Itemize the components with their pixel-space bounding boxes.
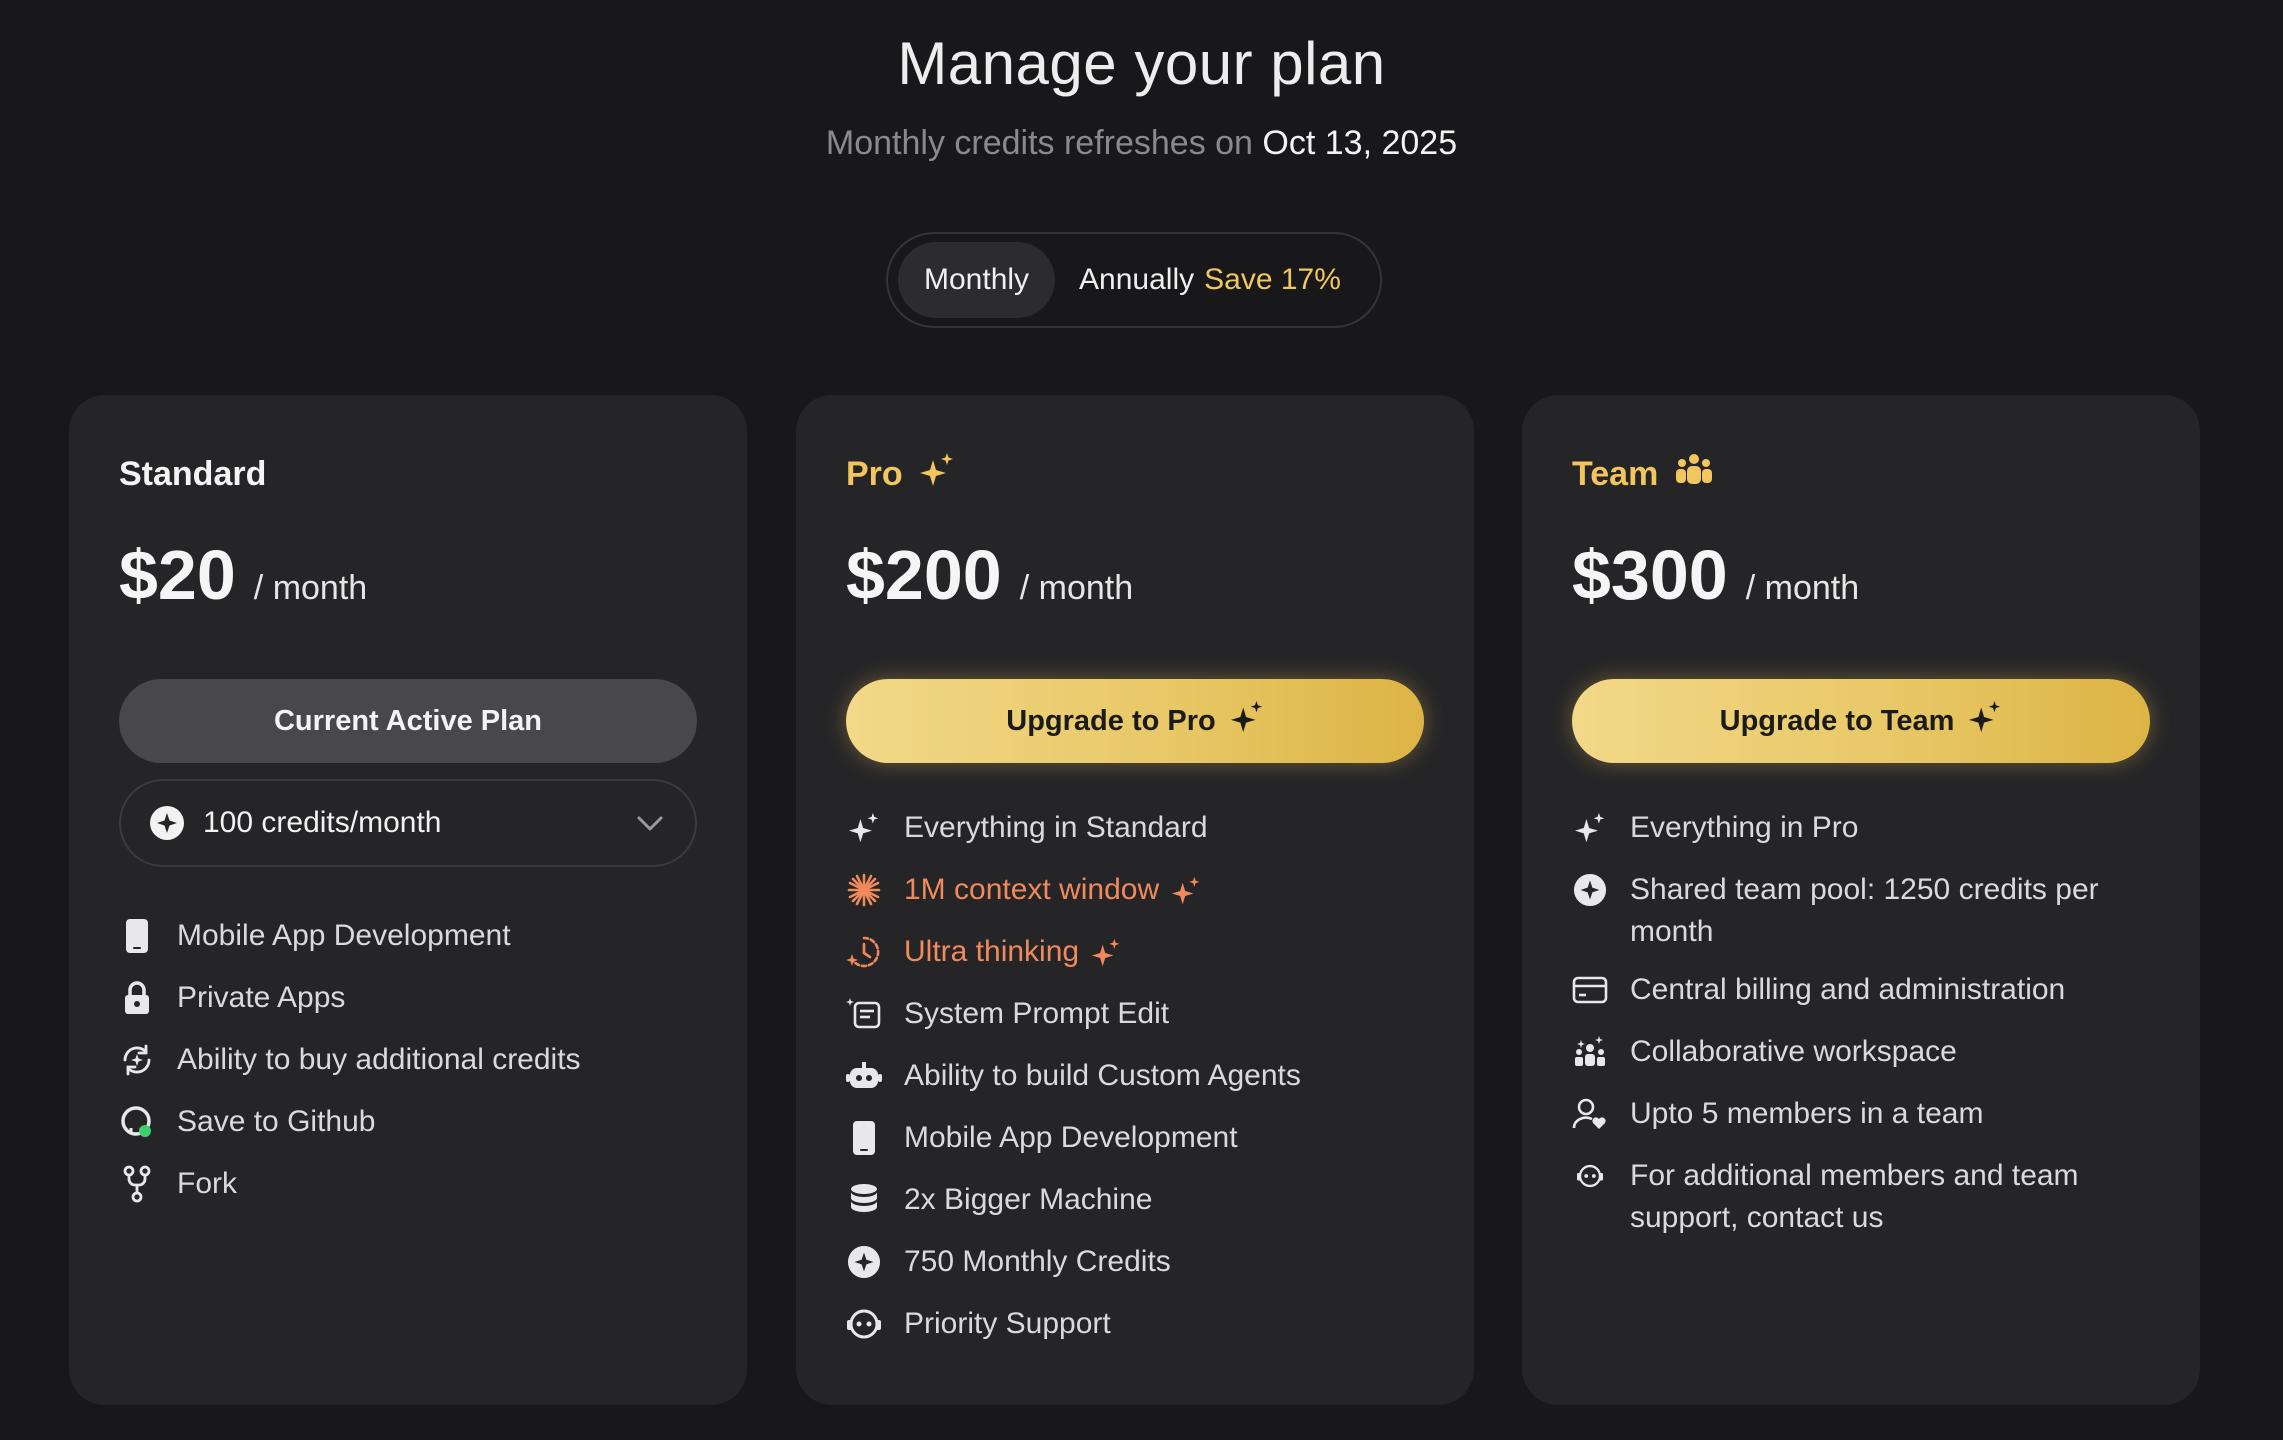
feature-list: Everything in Standard 1M context window… xyxy=(844,807,1444,1365)
agent-icon xyxy=(844,1055,884,1097)
cta-label: Upgrade to Team xyxy=(1719,704,1955,737)
feature-item: 1M context window xyxy=(844,869,1444,911)
plan-name-label: Standard xyxy=(119,454,267,493)
sparkle-icon xyxy=(919,452,955,497)
github-icon xyxy=(117,1101,157,1143)
credits-icon xyxy=(1570,869,1610,911)
credits-icon xyxy=(149,805,185,841)
credits-select[interactable]: 100 credits/month xyxy=(119,779,697,867)
user-heart-icon xyxy=(1570,1093,1610,1135)
plan-name: Team xyxy=(1572,450,1714,498)
phone-icon xyxy=(117,915,157,957)
team-icon xyxy=(1674,452,1714,497)
page-subtitle: Monthly credits refreshes on Oct 13, 202… xyxy=(0,118,2283,168)
prompt-edit-icon xyxy=(844,993,884,1035)
phone-icon xyxy=(844,1117,884,1159)
plan-card-pro: Pro $200 / month Upgrade to Pro Everythi… xyxy=(796,395,1474,1405)
credits-select-value: 100 credits/month xyxy=(203,806,442,839)
feature-item: 2x Bigger Machine xyxy=(844,1179,1444,1221)
feature-item: Private Apps xyxy=(117,977,717,1019)
feature-item: Ultra thinking xyxy=(844,931,1444,973)
upgrade-to-team-button[interactable]: Upgrade to Team xyxy=(1572,679,2150,763)
sparkle-icon xyxy=(1570,807,1610,849)
sparkle-icon xyxy=(1230,700,1264,742)
sparkle-icon xyxy=(1171,876,1201,906)
feature-item: 750 Monthly Credits xyxy=(844,1241,1444,1283)
feature-list: Mobile App Development Private Apps Abil… xyxy=(117,915,717,1225)
sparkle-icon xyxy=(844,807,884,849)
feature-item: Shared team pool: 1250 credits per month xyxy=(1570,869,2170,953)
feature-item: Mobile App Development xyxy=(117,915,717,957)
plan-card-standard: Standard $20 / month Current Active Plan… xyxy=(69,395,747,1405)
plan-price: $200 / month xyxy=(846,535,1133,615)
feature-item: Mobile App Development xyxy=(844,1117,1444,1159)
card-icon xyxy=(1570,969,1610,1011)
feature-item: Central billing and administration xyxy=(1570,969,2170,1011)
price-amount: $200 xyxy=(846,536,1002,614)
plan-price: $20 / month xyxy=(119,535,367,615)
sparkle-icon xyxy=(1968,700,2002,742)
price-amount: $300 xyxy=(1572,536,1728,614)
cta-label: Upgrade to Pro xyxy=(1006,704,1216,737)
feature-item: System Prompt Edit xyxy=(844,993,1444,1035)
support-icon xyxy=(1570,1155,1610,1197)
workspace-icon xyxy=(1570,1031,1610,1073)
price-amount: $20 xyxy=(119,536,236,614)
toggle-annually[interactable]: Annually Save 17% xyxy=(1055,242,1365,318)
fork-icon xyxy=(117,1163,157,1205)
feature-item: Everything in Standard xyxy=(844,807,1444,849)
feature-list: Everything in Pro Shared team pool: 1250… xyxy=(1570,807,2170,1255)
plan-name-label: Team xyxy=(1572,454,1659,493)
price-period: / month xyxy=(1745,569,1860,607)
upgrade-to-pro-button[interactable]: Upgrade to Pro xyxy=(846,679,1424,763)
current-plan-button[interactable]: Current Active Plan xyxy=(119,679,697,763)
header: Manage your plan Monthly credits refresh… xyxy=(0,24,2283,168)
plan-price: $300 / month xyxy=(1572,535,1859,615)
feature-item: Ability to build Custom Agents xyxy=(844,1055,1444,1097)
sparkle-icon xyxy=(1091,938,1121,968)
pricing-page: Manage your plan Monthly credits refresh… xyxy=(0,0,2283,1440)
price-period: / month xyxy=(1019,569,1134,607)
support-icon xyxy=(844,1303,884,1345)
feature-item: For additional members and team support,… xyxy=(1570,1155,2170,1239)
chevron-down-icon xyxy=(633,806,667,840)
thinking-icon xyxy=(844,931,884,973)
feature-item: Upto 5 members in a team xyxy=(1570,1093,2170,1135)
refresh-date: Oct 13, 2025 xyxy=(1262,124,1458,162)
plan-name: Standard xyxy=(119,450,266,498)
plan-card-team: Team $300 / month Upgrade to Team Everyt… xyxy=(1522,395,2200,1405)
plan-name-label: Pro xyxy=(846,454,903,493)
feature-item: Collaborative workspace xyxy=(1570,1031,2170,1073)
toggle-monthly[interactable]: Monthly xyxy=(898,242,1056,318)
toggle-annually-label: Annually xyxy=(1079,263,1195,296)
feature-item: Fork xyxy=(117,1163,717,1205)
credit-refresh-icon xyxy=(117,1039,157,1081)
database-icon xyxy=(844,1179,884,1221)
save-badge: Save 17% xyxy=(1204,263,1341,296)
feature-item: Ability to buy additional credits xyxy=(117,1039,717,1081)
plan-name: Pro xyxy=(846,450,955,498)
cta-label: Current Active Plan xyxy=(273,704,543,737)
credits-icon xyxy=(844,1241,884,1283)
feature-item: Priority Support xyxy=(844,1303,1444,1345)
billing-toggle: Monthly Annually Save 17% xyxy=(886,232,1382,328)
page-title: Manage your plan xyxy=(897,30,1386,97)
price-period: / month xyxy=(253,569,368,607)
feature-item: Save to Github xyxy=(117,1101,717,1143)
lock-icon xyxy=(117,977,157,1019)
subtitle-prefix: Monthly credits refreshes on xyxy=(825,124,1253,162)
feature-item: Everything in Pro xyxy=(1570,807,2170,849)
burst-icon xyxy=(844,869,884,911)
